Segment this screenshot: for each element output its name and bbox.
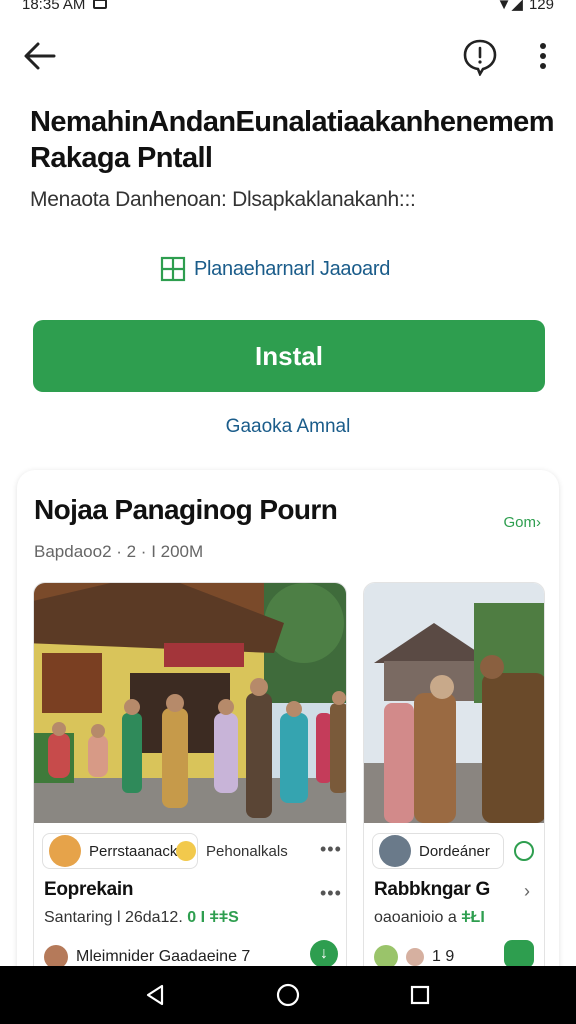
status-time: 18:35 AM bbox=[22, 0, 86, 13]
post-subtitle-highlight: ǂŁI bbox=[461, 909, 485, 926]
status-bar: 18:35 AM ▼◢ 129 bbox=[0, 0, 576, 16]
nav-back-icon[interactable] bbox=[144, 983, 168, 1007]
post-subtitle-text: Santaring l 26da12. bbox=[44, 909, 183, 926]
post-more-icon[interactable]: ••• bbox=[320, 883, 342, 904]
app-title: NemahinAndanEunalatiaakanhenemem Rakaga … bbox=[30, 106, 555, 174]
card-more-link[interactable]: Gom› bbox=[503, 514, 541, 531]
post-author: Dordeáner bbox=[419, 842, 490, 860]
avatar bbox=[406, 948, 424, 966]
feedback-icon bbox=[463, 39, 497, 77]
post-title: Eoprekain bbox=[44, 879, 134, 900]
post-badge-icon bbox=[176, 841, 196, 861]
signal-icon: ▼◢ bbox=[496, 0, 523, 13]
post-title: Rabbkngar G bbox=[374, 879, 490, 900]
battery-level: 129 bbox=[528, 0, 554, 13]
avatar bbox=[379, 835, 411, 867]
download-icon[interactable]: ↓ bbox=[310, 940, 338, 968]
card-meta: Bapdaoo2 · 2 · I 200M bbox=[34, 542, 204, 561]
post-author-chip[interactable]: Dordeáner bbox=[372, 833, 504, 869]
post-subtitle: Santaring l 26da12. 0 I ǂǂS bbox=[44, 909, 239, 927]
install-button[interactable]: Instal bbox=[33, 320, 545, 392]
post-author-chip[interactable]: Perrstaanackt bbox=[42, 833, 198, 869]
post-footer-text: 1 9 bbox=[432, 948, 455, 965]
nav-recents-icon[interactable] bbox=[408, 983, 432, 1007]
post-author: Perrstaanackt bbox=[89, 842, 182, 860]
nav-home-icon[interactable] bbox=[275, 982, 301, 1008]
card-title: Nojaa Panaginog Pourn bbox=[34, 494, 338, 525]
system-nav-bar bbox=[0, 966, 576, 1024]
app-bar bbox=[0, 30, 576, 82]
post-subtitle-text: oaoanioio a bbox=[374, 909, 457, 926]
post-badge: Pehonalkals bbox=[206, 843, 288, 860]
desktop-icon bbox=[160, 256, 186, 282]
post-card[interactable]: Perrstaanackt Pehonalkals ••• Eoprekain … bbox=[33, 582, 347, 982]
post-footer-text: Mleimnider Gaadaeine 7 bbox=[76, 948, 251, 965]
post-badge-icon bbox=[514, 841, 534, 861]
community-card: Nojaa Panaginog Pourn Gom› Bapdaoo2 · 2 … bbox=[17, 470, 559, 990]
feedback-button[interactable] bbox=[460, 36, 500, 77]
install-button-label: Instal bbox=[255, 340, 323, 371]
back-button[interactable] bbox=[20, 38, 60, 74]
secondary-link[interactable]: Gaaoka Amnal bbox=[0, 416, 576, 438]
grid-icon[interactable] bbox=[504, 940, 534, 968]
desktop-link[interactable]: Planaeharnarl Jaaoard bbox=[160, 256, 390, 282]
post-subtitle: oaoanioio a ǂŁI bbox=[374, 909, 485, 927]
post-menu-icon[interactable]: ••• bbox=[320, 839, 342, 860]
post-photo bbox=[34, 583, 346, 823]
desktop-link-label: Planaeharnarl Jaaoard bbox=[194, 257, 391, 280]
avatar bbox=[49, 835, 81, 867]
more-vert-icon bbox=[540, 43, 546, 69]
back-icon bbox=[24, 42, 56, 70]
arrow-right-icon[interactable]: › bbox=[524, 881, 530, 902]
notification-icon bbox=[93, 0, 108, 9]
more-options-button[interactable] bbox=[526, 38, 560, 74]
post-subtitle-highlight: 0 I ǂǂS bbox=[187, 909, 239, 926]
arrow-right-icon: › bbox=[536, 514, 541, 531]
app-subtitle: Menaota Danhenoan: Dlsapkaklanakanh::: bbox=[30, 188, 416, 211]
post-card[interactable]: Dordeáner Rabbkngar G › oaoanioio a ǂŁI … bbox=[363, 582, 545, 982]
post-photo bbox=[364, 583, 544, 823]
card-more-label: Gom bbox=[503, 514, 536, 531]
